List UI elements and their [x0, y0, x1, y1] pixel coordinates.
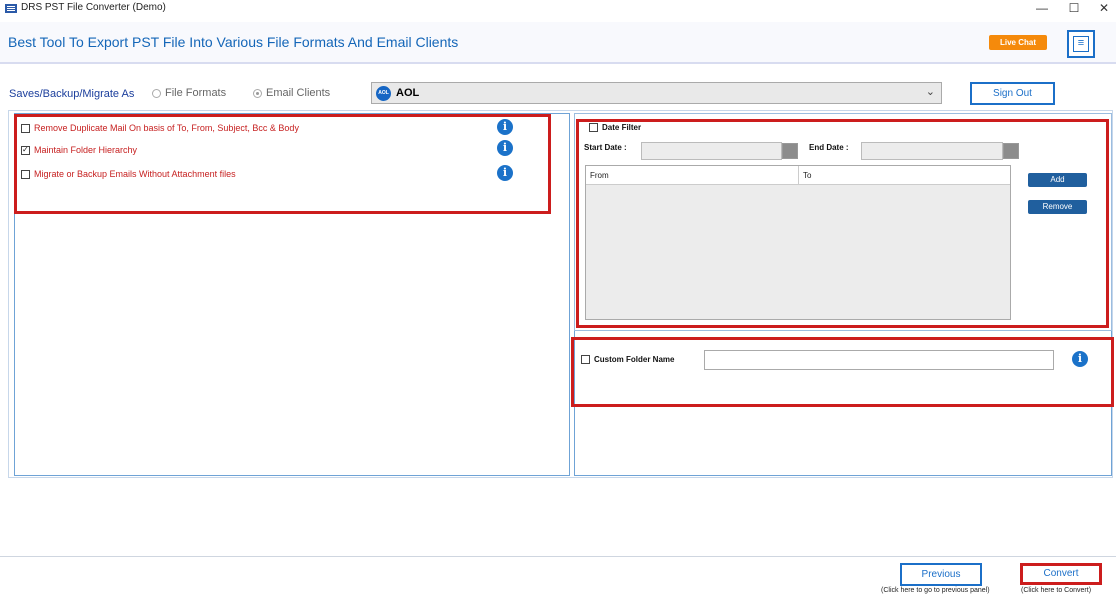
date-filter-label: Date Filter: [602, 123, 642, 132]
custom-folder-label: Custom Folder Name: [594, 355, 675, 364]
email-clients-label: Email Clients: [266, 87, 331, 99]
remove-duplicate-label: Remove Duplicate Mail On basis of To, Fr…: [34, 123, 299, 133]
calendar-icon[interactable]: [782, 143, 798, 159]
date-range-table[interactable]: From To: [585, 165, 1011, 320]
remove-button[interactable]: Remove: [1028, 200, 1087, 214]
start-date-input[interactable]: [641, 142, 782, 160]
remove-duplicate-option[interactable]: Remove Duplicate Mail On basis of To, Fr…: [21, 123, 299, 133]
column-header-to: To: [803, 171, 812, 180]
window-titlebar: DRS PST File Converter (Demo) — ☐ ✕: [0, 0, 1116, 18]
info-icon[interactable]: i: [497, 119, 513, 135]
page-title: Best Tool To Export PST File Into Variou…: [8, 34, 459, 50]
custom-folder-input[interactable]: [704, 350, 1054, 370]
email-client-dropdown[interactable]: AOL AOL ⌄: [371, 82, 942, 104]
end-date-label: End Date :: [809, 143, 849, 152]
previous-button[interactable]: Previous: [900, 563, 982, 586]
radio-selected-icon: [253, 88, 262, 98]
info-icon[interactable]: i: [497, 165, 513, 181]
chevron-down-icon: ⌄: [925, 86, 935, 98]
custom-folder-highlight: [571, 337, 1114, 407]
app-header: Best Tool To Export PST File Into Variou…: [0, 22, 1116, 64]
maintain-hierarchy-label: Maintain Folder Hierarchy: [34, 145, 138, 155]
window-title: DRS PST File Converter (Demo): [21, 2, 166, 13]
column-divider: [798, 166, 799, 185]
checkbox[interactable]: [581, 355, 590, 364]
start-date-label: Start Date :: [584, 143, 627, 152]
selected-client: AOL: [396, 87, 420, 99]
without-attachment-label: Migrate or Backup Emails Without Attachm…: [34, 169, 236, 179]
convert-hint: (Click here to Convert): [1021, 587, 1092, 594]
end-date-input[interactable]: [861, 142, 1003, 160]
table-header: From To: [586, 166, 1010, 185]
email-clients-radio[interactable]: Email Clients: [253, 87, 330, 99]
info-icon[interactable]: i: [497, 140, 513, 156]
file-formats-label: File Formats: [165, 87, 227, 99]
close-button[interactable]: ✕: [1086, 0, 1116, 18]
previous-hint: (Click here to go to previous panel): [881, 587, 990, 594]
sign-out-button[interactable]: Sign Out: [970, 82, 1055, 105]
add-button[interactable]: Add: [1028, 173, 1087, 187]
file-formats-radio[interactable]: File Formats: [152, 87, 226, 99]
aol-logo-icon: AOL: [376, 86, 391, 101]
radio-icon: [152, 88, 161, 98]
checkbox-checked[interactable]: [21, 145, 30, 155]
date-filter-toggle[interactable]: Date Filter: [589, 123, 641, 132]
info-icon[interactable]: i: [1072, 351, 1088, 367]
convert-button[interactable]: Convert: [1020, 563, 1102, 585]
calendar-icon[interactable]: [1003, 143, 1019, 159]
without-attachment-option[interactable]: Migrate or Backup Emails Without Attachm…: [21, 169, 236, 179]
checkbox[interactable]: [21, 123, 30, 133]
maintain-hierarchy-option[interactable]: Maintain Folder Hierarchy: [21, 145, 137, 155]
checkbox[interactable]: [589, 123, 598, 132]
custom-folder-toggle[interactable]: Custom Folder Name: [581, 355, 674, 364]
save-as-label: Saves/Backup/Migrate As: [9, 88, 135, 100]
footer-divider: [0, 556, 1116, 557]
app-icon: [5, 4, 17, 13]
hamburger-menu-icon: ≡: [1073, 36, 1089, 52]
column-header-from: From: [590, 171, 609, 180]
live-chat-button[interactable]: Live Chat: [989, 35, 1047, 50]
minimize-button[interactable]: —: [1024, 0, 1060, 18]
checkbox[interactable]: [21, 169, 30, 179]
menu-button[interactable]: ≡: [1067, 30, 1095, 58]
